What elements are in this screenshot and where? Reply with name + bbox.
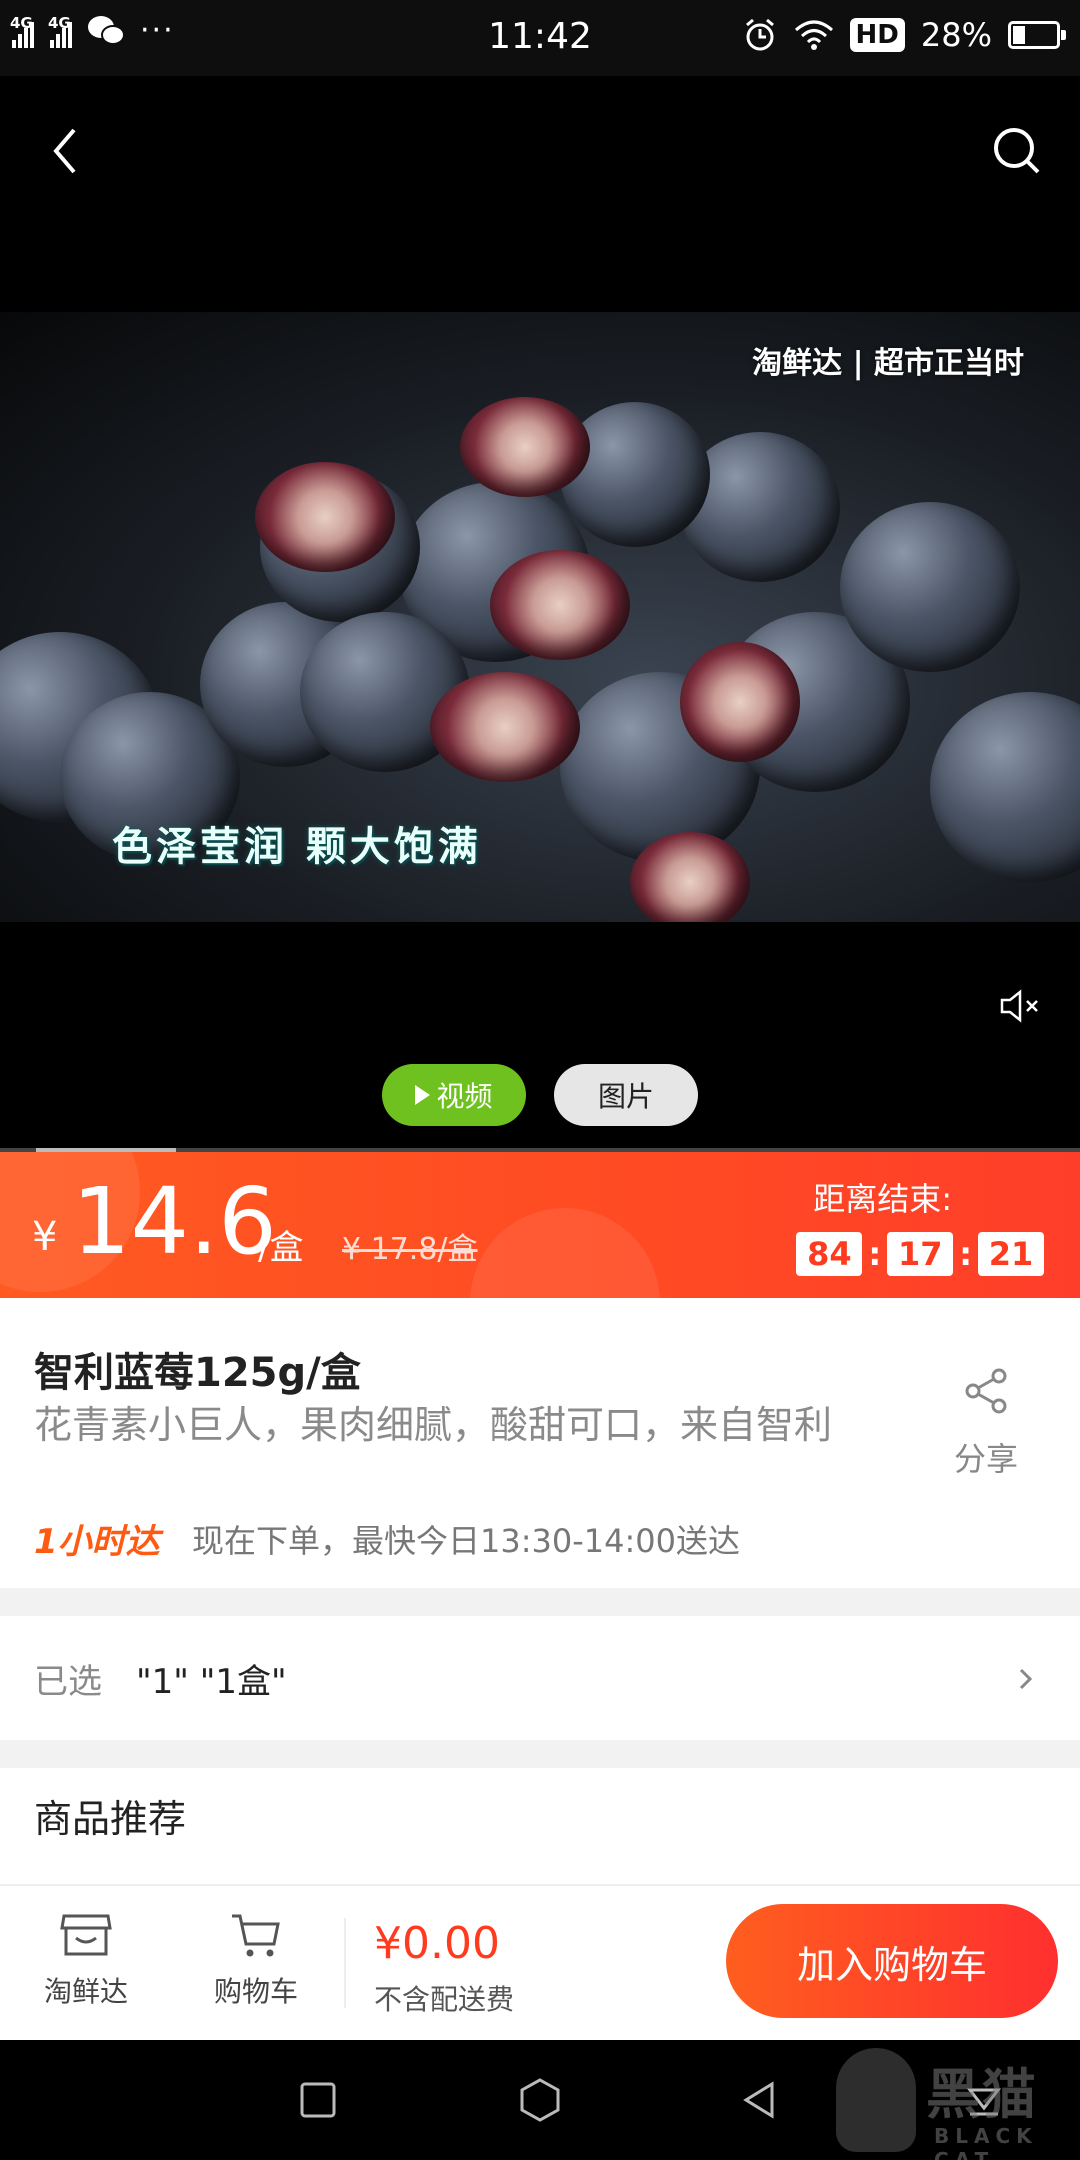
cart-total: ¥0.00 — [374, 1918, 500, 1969]
bottom-action-bar: 淘鲜达 购物车 ¥0.00 不含配送费 加入购物车 — [0, 1886, 1080, 2040]
countdown-label: 距离结束: — [813, 1180, 952, 1218]
shipping-note: 不含配送费 — [374, 1983, 515, 2016]
share-icon — [965, 1368, 1007, 1414]
share-label: 分享 — [953, 1440, 1018, 1478]
cart-icon — [232, 1914, 280, 1957]
watermark-brand-en: BLACK CAT — [934, 2124, 1038, 2160]
price-currency: ¥ — [32, 1214, 58, 1260]
tab-video-label: 视频 — [436, 1080, 493, 1113]
status-right: HD 28% — [742, 16, 1066, 54]
product-media: 淘鲜达 | 超市正当时 色泽莹润 颗大饱满 视频 图片 — [0, 76, 1080, 1154]
cart-label: 购物车 — [213, 1975, 298, 2008]
delivery-logo: 1小时达 — [34, 1522, 160, 1562]
divider — [344, 1918, 346, 2008]
video-caption: 色泽莹润 颗大饱满 — [112, 824, 482, 870]
chevron-right-icon — [1019, 1668, 1033, 1690]
product-video[interactable]: 淘鲜达 | 超市正当时 色泽莹润 颗大饱满 — [0, 312, 1080, 922]
countdown-minutes: 17 — [887, 1232, 954, 1276]
back-nav-button[interactable] — [736, 2076, 784, 2124]
delivery-estimate: 现在下单，最快今日13:30-14:00送达 — [192, 1522, 740, 1560]
watermark-brand: 黑猫 — [926, 2063, 1038, 2126]
price-value: 14.6 — [72, 1168, 277, 1275]
add-to-cart-button[interactable]: 加入购物车 — [726, 1904, 1058, 2018]
battery-percent: 28% — [920, 16, 992, 54]
product-subtitle: 花青素小巨人，果肉细腻，酸甜可口，来自智利 — [34, 1403, 833, 1447]
cart-button[interactable]: 购物车 — [196, 1910, 316, 2010]
store-button[interactable]: 淘鲜达 — [26, 1910, 146, 2010]
countdown-timer: 84 : 17 : 21 — [796, 1232, 1044, 1276]
mute-button[interactable] — [998, 986, 1042, 1026]
tab-images-label: 图片 — [597, 1080, 654, 1113]
recents-button[interactable] — [294, 2076, 342, 2124]
wifi-icon — [794, 20, 833, 50]
back-button[interactable] — [40, 116, 90, 186]
share-button[interactable]: 分享 — [936, 1358, 1036, 1478]
recommend-title: 商品推荐 — [34, 1797, 187, 1841]
tab-video[interactable]: 视频 — [382, 1064, 526, 1126]
battery-icon — [1008, 21, 1066, 49]
price-unit: /盒 — [258, 1228, 304, 1268]
store-label: 淘鲜达 — [43, 1975, 128, 2008]
price-banner: ¥ 14.6 /盒 ¥ 17.8/盒 距离结束: 84 : 17 : 21 — [0, 1152, 1080, 1298]
cat-logo-icon — [836, 2048, 916, 2152]
status-bar: 4G 4G ··· 11:42 HD 28% — [0, 0, 1080, 76]
product-info: 智利蓝莓125g/盒 花青素小巨人，果肉细腻，酸甜可口，来自智利 1小时达 现在… — [0, 1298, 1080, 1588]
alarm-icon — [745, 18, 774, 51]
product-title: 智利蓝莓125g/盒 — [34, 1350, 361, 1396]
recommend-section: 商品推荐 — [0, 1768, 1080, 1886]
system-nav-bar: 黑猫 BLACK CAT — [0, 2040, 1080, 2160]
countdown-seconds: 21 — [978, 1232, 1044, 1276]
selected-label: 已选 — [34, 1662, 102, 1702]
tab-images[interactable]: 图片 — [554, 1064, 698, 1126]
original-price: ¥ 17.8/盒 — [342, 1232, 478, 1267]
hd-badge: HD — [849, 18, 905, 52]
selected-spec-row[interactable]: 已选 "1" "1盒" — [0, 1616, 1080, 1740]
media-toggle: 视频 图片 — [0, 1064, 1080, 1126]
blackcat-watermark-logo: 黑猫 BLACK CAT — [800, 2040, 1080, 2160]
video-watermark: 淘鲜达 | 超市正当时 — [752, 346, 1024, 381]
play-icon — [415, 1085, 431, 1105]
selected-value: "1" "1盒" — [136, 1662, 287, 1702]
search-button[interactable] — [986, 116, 1046, 186]
home-button[interactable] — [516, 2076, 564, 2124]
store-icon — [60, 1914, 112, 1956]
countdown-hours: 84 — [796, 1232, 863, 1276]
